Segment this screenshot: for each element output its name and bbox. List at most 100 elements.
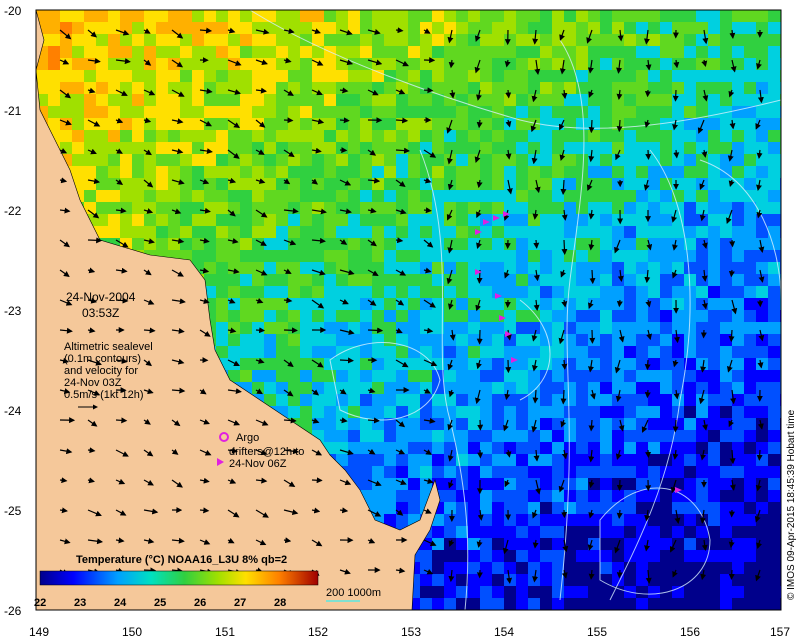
sst-pixel	[492, 550, 504, 562]
sst-pixel	[588, 238, 600, 250]
sst-pixel	[612, 490, 624, 502]
sst-pixel	[312, 94, 324, 106]
sst-pixel	[324, 346, 336, 358]
sst-pixel	[120, 10, 132, 22]
sst-pixel	[732, 10, 744, 22]
sst-pixel	[240, 358, 252, 370]
sst-pixel	[180, 82, 192, 94]
sst-pixel	[180, 106, 192, 118]
velocity-arrow	[339, 357, 355, 364]
sst-pixel	[312, 154, 324, 166]
sst-pixel	[564, 322, 576, 334]
sst-pixel	[780, 370, 781, 382]
sst-pixel	[264, 10, 276, 22]
sst-pixel	[768, 22, 780, 34]
sst-pixel	[564, 298, 576, 310]
sst-pixel	[576, 466, 588, 478]
sst-pixel	[708, 22, 720, 34]
sst-pixel	[780, 58, 781, 70]
sst-pixel	[384, 190, 396, 202]
sst-pixel	[516, 70, 528, 82]
sst-pixel	[708, 262, 720, 274]
sst-pixel	[720, 502, 732, 514]
sst-pixel	[84, 130, 96, 142]
sst-pixel	[432, 454, 444, 466]
sst-pixel	[300, 262, 312, 274]
sst-pixel	[600, 418, 612, 430]
sst-pixel	[768, 286, 780, 298]
sst-pixel	[336, 166, 348, 178]
sst-pixel	[516, 166, 528, 178]
sst-pixel	[192, 202, 204, 214]
sst-pixel	[156, 214, 168, 226]
sst-pixel	[72, 142, 84, 154]
sst-pixel	[756, 586, 768, 598]
sst-pixel	[240, 10, 252, 22]
sst-pixel	[96, 118, 108, 130]
sst-pixel	[396, 262, 408, 274]
sst-pixel	[636, 274, 648, 286]
sst-pixel	[384, 178, 396, 190]
sst-pixel	[468, 502, 480, 514]
sst-pixel	[276, 106, 288, 118]
sst-pixel	[204, 10, 216, 22]
sst-pixel	[96, 178, 108, 190]
sst-pixel	[624, 202, 636, 214]
sst-pixel	[372, 274, 384, 286]
sst-pixel	[384, 10, 396, 22]
sst-pixel	[192, 70, 204, 82]
sst-pixel	[564, 22, 576, 34]
sst-pixel	[540, 562, 552, 574]
sst-pixel	[768, 202, 780, 214]
sst-pixel	[300, 22, 312, 34]
sst-pixel	[552, 490, 564, 502]
sst-pixel	[768, 118, 780, 130]
velocity-arrow	[616, 569, 623, 579]
sst-pixel	[624, 166, 636, 178]
sst-pixel	[756, 370, 768, 382]
sst-pixel	[768, 130, 780, 142]
sst-pixel	[516, 406, 528, 418]
sst-pixel	[732, 142, 744, 154]
sst-pixel	[744, 22, 756, 34]
sst-pixel	[384, 406, 396, 418]
sst-pixel	[624, 526, 636, 538]
sst-pixel	[528, 46, 540, 58]
sst-pixel	[600, 394, 612, 406]
sst-pixel	[468, 442, 480, 454]
sst-pixel	[360, 130, 372, 142]
sst-pixel	[540, 274, 552, 286]
velocity-arrow	[672, 89, 679, 102]
sst-pixel	[120, 70, 132, 82]
sst-pixel	[408, 46, 420, 58]
sst-pixel	[588, 442, 600, 454]
sst-pixel	[276, 274, 288, 286]
sst-pixel	[216, 214, 228, 226]
sst-pixel	[228, 142, 240, 154]
sst-pixel	[528, 322, 540, 334]
sst-pixel	[552, 142, 564, 154]
sst-pixel	[672, 454, 684, 466]
sst-pixel	[744, 586, 756, 598]
sst-pixel	[540, 262, 552, 274]
sst-pixel	[336, 274, 348, 286]
sst-pixel	[480, 394, 492, 406]
sst-pixel	[60, 58, 72, 70]
sst-pixel	[516, 370, 528, 382]
sst-pixel	[480, 454, 492, 466]
sst-pixel	[204, 142, 216, 154]
sst-pixel	[240, 34, 252, 46]
sst-pixel	[708, 70, 720, 82]
sst-pixel	[624, 598, 636, 610]
sst-pixel	[432, 82, 444, 94]
lon-tick: 151	[215, 625, 235, 639]
sst-pixel	[588, 562, 600, 574]
sst-pixel	[300, 142, 312, 154]
sst-pixel	[780, 346, 781, 358]
sst-pixel	[552, 178, 564, 190]
sst-pixel	[744, 46, 756, 58]
sst-pixel	[360, 226, 372, 238]
sst-pixel	[240, 130, 252, 142]
sst-pixel	[480, 202, 492, 214]
sst-pixel	[132, 58, 144, 70]
